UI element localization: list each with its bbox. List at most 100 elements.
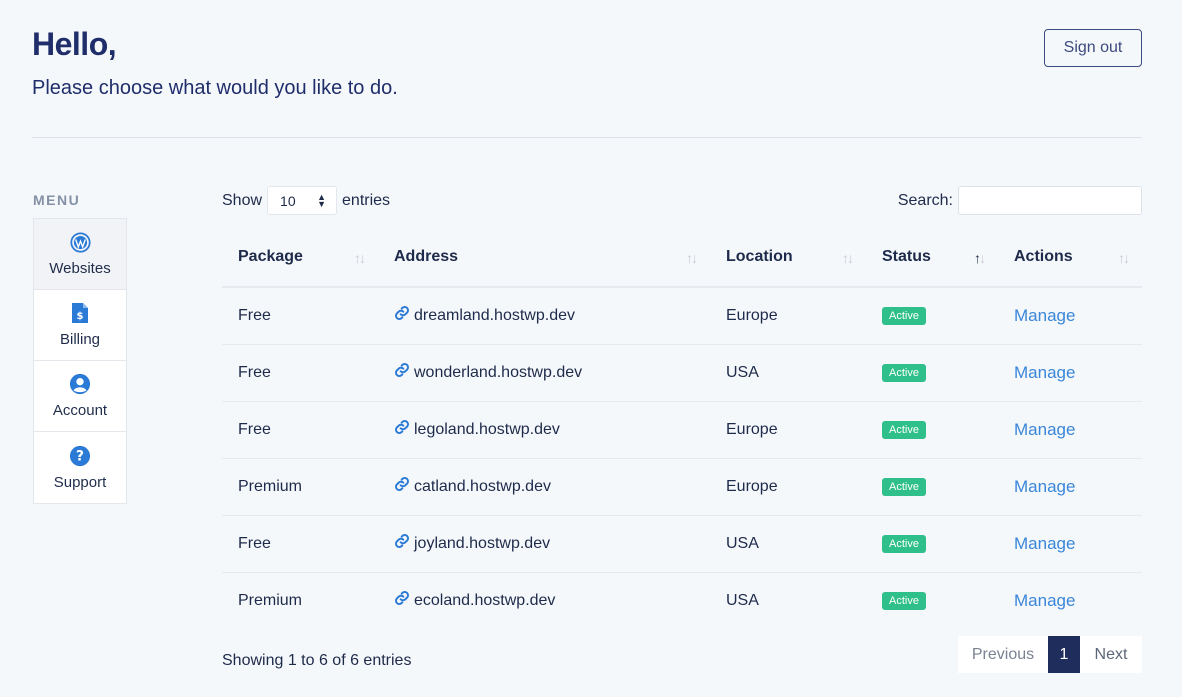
page-subtitle: Please choose what would you like to do. [32, 77, 398, 99]
menu-item-billing[interactable]: $ Billing [34, 290, 126, 361]
column-header-location[interactable]: Location ↑↓ [710, 228, 866, 288]
cell-package: Premium [222, 458, 378, 516]
cell-location: Europe [710, 287, 866, 345]
link-icon [394, 533, 414, 554]
select-arrows-icon: ▲ ▼ [317, 191, 327, 209]
table-row: Free joyland.hostwp.dev USA Active Manage [222, 515, 1142, 573]
cell-address: ecoland.hostwp.dev [378, 572, 710, 629]
show-label: Show [222, 191, 263, 209]
address-link[interactable]: legoland.hostwp.dev [414, 421, 560, 439]
cell-actions: Manage [998, 287, 1142, 345]
cell-actions: Manage [998, 515, 1142, 573]
link-icon [394, 590, 414, 611]
cell-package: Free [222, 287, 378, 345]
cell-address: catland.hostwp.dev [378, 458, 710, 516]
column-header-actions[interactable]: Actions ↑↓ [998, 228, 1142, 288]
cell-package: Premium [238, 591, 303, 609]
link-icon [394, 419, 414, 440]
svg-text:$: $ [77, 311, 84, 322]
status-badge: Active [882, 307, 926, 326]
table-header-row: Package ↑↓ Address ↑↓ Location ↑↓ Status ↑↓ … [222, 228, 1142, 288]
address-link[interactable]: joyland.hostwp.dev [414, 535, 550, 553]
user-circle-icon [69, 373, 91, 395]
link-icon [394, 476, 414, 497]
manage-link[interactable]: Manage [1014, 363, 1075, 382]
address-link[interactable]: wonderland.hostwp.dev [414, 364, 582, 382]
table-info: Showing 1 to 6 of 6 entries [222, 652, 412, 669]
previous-page-button[interactable]: Previous [958, 636, 1048, 673]
manage-link[interactable]: Manage [1014, 306, 1075, 325]
manage-link[interactable]: Manage [1014, 534, 1075, 553]
cell-address: joyland.hostwp.dev [378, 515, 710, 573]
page-header: Hello, Please choose what would you like… [32, 26, 1142, 100]
entries-length-control: Show 10 ▲ ▼ entries [222, 186, 390, 215]
cell-address: dreamland.hostwp.dev [378, 287, 710, 345]
table-row: Free wonderland.hostwp.dev USA Active Manage [222, 344, 1142, 402]
cell-location: USA [710, 515, 866, 573]
next-page-button[interactable]: Next [1080, 636, 1142, 673]
sign-out-button[interactable]: Sign out [1044, 29, 1142, 67]
cell-actions: Manage [998, 458, 1142, 516]
menu-item-label: Support [53, 473, 107, 491]
cell-status: Active [866, 401, 998, 459]
sort-icon: ↑↓ [1118, 250, 1130, 266]
entries-label: entries [342, 191, 391, 209]
svg-text:?: ? [76, 448, 84, 464]
status-badge: Active [882, 421, 926, 439]
wordpress-icon [69, 231, 91, 253]
manage-link[interactable]: Manage [1014, 591, 1075, 610]
entries-select[interactable]: 10 ▲ ▼ [267, 186, 338, 215]
search-control: Search: [898, 186, 1142, 215]
cell-location: Europe [710, 458, 866, 516]
pagination: Previous 1 Next [958, 636, 1142, 673]
menu-item-websites[interactable]: Websites [34, 219, 126, 290]
cell-location: Europe [710, 401, 866, 459]
column-header-address[interactable]: Address ↑↓ [378, 228, 710, 288]
websites-table: Package ↑↓ Address ↑↓ Location ↑↓ Status ↑↓ … [222, 228, 1142, 629]
address-link[interactable]: dreamland.hostwp.dev [414, 307, 575, 325]
sort-icon: ↑↓ [686, 250, 698, 266]
menu-list: Websites $ Billing Account ? Support [33, 218, 127, 504]
status-badge: Active [882, 478, 926, 496]
address-link[interactable]: ecoland.hostwp.dev [414, 592, 555, 610]
cell-status: Active [866, 458, 998, 516]
cell-actions: Manage [998, 344, 1142, 402]
cell-status: Active [866, 344, 998, 402]
page-1-button[interactable]: 1 [1048, 636, 1080, 673]
cell-location: USA [726, 591, 759, 609]
cell-package: Free [222, 515, 378, 573]
cell-status: Active [866, 515, 998, 573]
cell-actions: Manage [998, 401, 1142, 459]
manage-link[interactable]: Manage [1014, 420, 1075, 439]
menu-item-account[interactable]: Account [34, 361, 126, 432]
cell-address: wonderland.hostwp.dev [378, 344, 710, 402]
cell-status: Active [866, 287, 998, 345]
page-title: Hello, [32, 26, 117, 62]
sort-icon: ↑↓ [842, 250, 854, 266]
link-icon [394, 362, 414, 383]
cell-package: Free [222, 344, 378, 402]
link-icon [394, 305, 414, 326]
search-input[interactable] [958, 186, 1142, 215]
menu-item-label: Websites [49, 260, 111, 277]
cell-actions: Manage [998, 572, 1142, 629]
column-header-package[interactable]: Package ↑↓ [222, 228, 378, 288]
cell-location: USA [710, 344, 866, 402]
table-row: Premium catland.hostwp.dev Europe Active Man… [222, 458, 1142, 516]
websites-table-section: Show 10 ▲ ▼ entries Search: Package ↑↓ Add… [222, 186, 1142, 629]
cell-address: legoland.hostwp.dev [378, 401, 710, 459]
question-circle-icon: ? [69, 445, 91, 467]
status-badge: Active [882, 364, 926, 382]
invoice-icon: $ [69, 302, 91, 324]
menu-title: MENU [33, 192, 81, 208]
address-link[interactable]: catland.hostwp.dev [414, 478, 551, 496]
table-row: Free dreamland.hostwp.dev Europe Active Mana… [222, 287, 1142, 345]
table-controls: Show 10 ▲ ▼ entries Search: [222, 186, 1142, 215]
menu-item-label: Account [52, 402, 108, 419]
column-header-status[interactable]: Status ↑↓ [866, 228, 998, 288]
sort-icon: ↑↓ [354, 250, 366, 266]
menu-item-support[interactable]: ? Support [34, 432, 126, 503]
status-badge: Active [882, 535, 926, 553]
manage-link[interactable]: Manage [1014, 477, 1075, 496]
header-divider [32, 137, 1142, 138]
